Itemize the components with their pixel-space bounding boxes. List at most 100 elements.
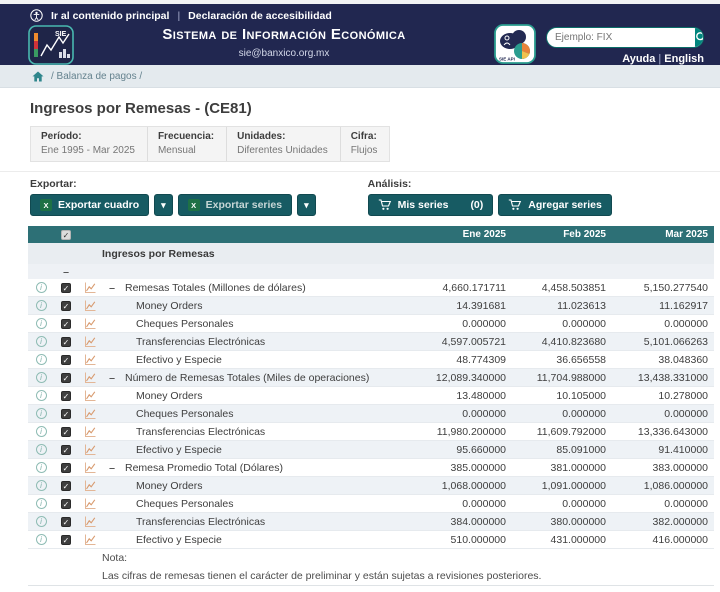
series-label: Cheques Personales [136, 407, 234, 420]
chart-icon[interactable] [84, 336, 96, 348]
info-icon[interactable]: i [35, 498, 47, 509]
row-checkbox[interactable]: ✓ [61, 516, 71, 527]
select-all-checkbox[interactable]: ✓ [61, 229, 71, 240]
table-collapse-row: – [28, 264, 714, 279]
series-value: 14.391681 [456, 299, 506, 312]
table-header: ✓ Ene 2025 Feb 2025 Mar 2025 [28, 226, 714, 243]
chart-icon[interactable] [84, 354, 96, 366]
info-icon[interactable]: i [35, 408, 47, 419]
info-icon[interactable]: i [35, 462, 47, 473]
info-icon[interactable]: i [35, 390, 47, 401]
row-checkbox[interactable]: ✓ [61, 426, 71, 437]
info-icon[interactable]: i [35, 318, 47, 329]
filter-cell: Unidades: Diferentes Unidades [227, 127, 341, 161]
series-label: Money Orders [136, 389, 203, 402]
filter-value: Diferentes Unidades [237, 145, 328, 156]
series-label: Transferencias Electrónicas [136, 335, 266, 348]
row-checkbox[interactable]: ✓ [61, 498, 71, 509]
chart-icon[interactable] [84, 426, 96, 438]
row-checkbox[interactable]: ✓ [61, 462, 71, 473]
series-value: 11,980.200000 [436, 425, 506, 438]
chevron-down-icon: ▾ [304, 199, 309, 210]
row-checkbox[interactable]: ✓ [61, 390, 71, 401]
chart-icon[interactable] [84, 300, 96, 312]
collapse-toggle[interactable]: – [107, 372, 117, 384]
sie-logo[interactable]: SIE [28, 25, 74, 70]
chart-icon[interactable] [84, 372, 96, 384]
collapse-toggle[interactable]: – [107, 282, 117, 294]
series-value: 11.162917 [659, 299, 708, 312]
export-series-dropdown-button[interactable]: ▾ [297, 194, 316, 216]
analysis-label: Análisis: [367, 178, 412, 190]
home-icon[interactable] [32, 71, 44, 82]
row-checkbox[interactable]: ✓ [61, 282, 71, 293]
add-series-button[interactable]: Agregar series [498, 194, 612, 216]
series-label: Cheques Personales [136, 317, 234, 330]
chart-icon[interactable] [84, 480, 96, 492]
breadcrumb-path[interactable]: / Balanza de pagos / [51, 71, 142, 82]
export-table-dropdown-button[interactable]: ▾ [154, 194, 173, 216]
info-icon[interactable]: i [35, 426, 47, 437]
info-icon[interactable]: i [35, 444, 47, 455]
row-checkbox[interactable]: ✓ [61, 372, 71, 383]
header-right: SIE API Ayuda|English [494, 24, 704, 69]
collapse-toggle[interactable]: – [107, 462, 117, 474]
search-icon [696, 32, 703, 41]
note-label-row: Nota: [28, 549, 714, 567]
series-value: 10.278000 [658, 389, 708, 402]
table-row: i ✓ – Número de Remesas Totales (Miles d… [28, 369, 714, 387]
info-icon[interactable]: i [35, 480, 47, 491]
row-checkbox[interactable]: ✓ [61, 480, 71, 491]
sie-api-logo[interactable]: SIE API [494, 24, 536, 69]
collapse-toggle[interactable]: – [54, 266, 78, 278]
language-link[interactable]: English [664, 53, 704, 65]
row-checkbox[interactable]: ✓ [61, 534, 71, 545]
search-input[interactable] [547, 28, 695, 47]
row-checkbox[interactable]: ✓ [61, 318, 71, 329]
info-icon[interactable]: i [35, 372, 47, 383]
info-icon[interactable]: i [35, 300, 47, 311]
info-icon[interactable]: i [35, 282, 47, 293]
chart-icon[interactable] [84, 444, 96, 456]
series-label: Money Orders [136, 299, 203, 312]
series-label: Cheques Personales [136, 497, 234, 510]
chart-icon[interactable] [84, 390, 96, 402]
filter-cell: Período: Ene 1995 - Mar 2025 [31, 127, 148, 161]
series-value: 11,609.792000 [536, 425, 606, 438]
chart-icon[interactable] [84, 534, 96, 546]
series-label: Efectivo y Especie [136, 443, 222, 456]
note-label: Nota: [102, 552, 128, 564]
export-table-button[interactable]: X Exportar cuadro [30, 194, 150, 216]
skip-to-content-link[interactable]: Ir al contenido principal [51, 10, 169, 22]
info-icon[interactable]: i [35, 516, 47, 527]
row-checkbox[interactable]: ✓ [61, 444, 71, 455]
info-icon[interactable]: i [35, 354, 47, 365]
chart-icon[interactable] [84, 462, 96, 474]
row-checkbox[interactable]: ✓ [61, 354, 71, 365]
info-icon[interactable]: i [35, 336, 47, 347]
chart-icon[interactable] [84, 516, 96, 528]
row-checkbox[interactable]: ✓ [61, 336, 71, 347]
info-icon[interactable]: i [35, 534, 47, 545]
search-button[interactable] [695, 28, 703, 47]
contact-email[interactable]: sie@banxico.org.mx [74, 48, 494, 59]
title-block: Sistema de Información Económica sie@ban… [74, 26, 494, 59]
help-link[interactable]: Ayuda [622, 53, 655, 65]
chart-icon[interactable] [84, 318, 96, 330]
accessibility-declaration-link[interactable]: Declaración de accesibilidad [188, 10, 332, 22]
table-row: i ✓ Cheques Personales 0.000000 0.000000… [28, 315, 714, 333]
series-value: 382.000000 [652, 515, 708, 528]
column-header: Mar 2025 [665, 229, 708, 240]
series-value: 0.000000 [462, 317, 506, 330]
chart-icon[interactable] [84, 408, 96, 420]
export-series-button[interactable]: X Exportar series [177, 194, 293, 216]
row-checkbox[interactable]: ✓ [61, 300, 71, 311]
note-text: Las cifras de remesas tienen el carácter… [102, 570, 542, 582]
filter-label: Cifra: [350, 131, 377, 142]
site-header: Ir al contenido principal | Declaración … [0, 4, 720, 65]
my-series-button[interactable]: Mis series (0) [367, 194, 494, 216]
chart-icon[interactable] [84, 282, 96, 294]
row-checkbox[interactable]: ✓ [61, 408, 71, 419]
chart-icon[interactable] [84, 498, 96, 510]
filter-label: Período: [41, 131, 82, 142]
